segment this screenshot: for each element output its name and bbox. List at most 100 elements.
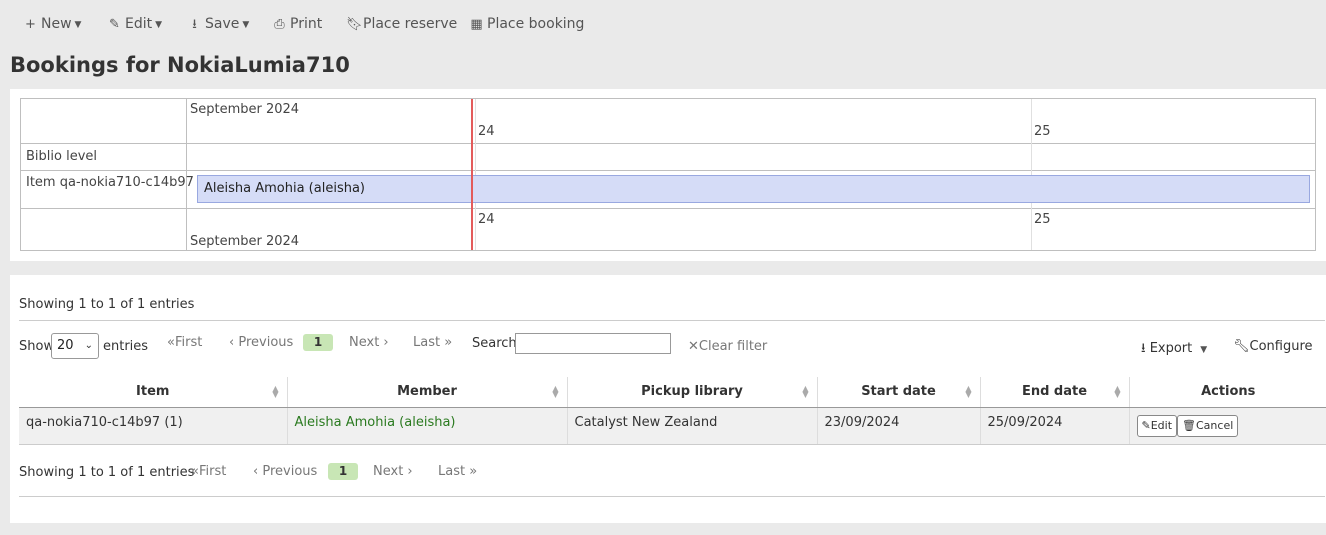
- booking-timeline[interactable]: September 2024 24 25 Biblio level Item q…: [20, 98, 1316, 251]
- table-info-top: Showing 1 to 1 of 1 entries: [19, 297, 195, 312]
- wrench-icon: 🔧︎: [1233, 339, 1250, 354]
- double-chevron-right-icon: »: [440, 335, 453, 350]
- pencil-icon: ✎: [1141, 418, 1151, 432]
- pagination-first-bottom[interactable]: «First: [191, 464, 226, 479]
- place-booking-button[interactable]: ▦ Place booking: [470, 14, 584, 34]
- timeline-day-25-bottom: 25: [1034, 212, 1051, 227]
- booking-bar[interactable]: Aleisha Amohia (aleisha): [197, 175, 1310, 203]
- sort-icon: ▲ ▼: [272, 384, 279, 399]
- search-label: Search:: [472, 336, 522, 351]
- search-input[interactable]: [515, 333, 671, 354]
- timeline-divider: [21, 170, 1315, 171]
- pagination-first-label: First: [174, 335, 203, 350]
- timeline-day-24-bottom: 24: [478, 212, 495, 227]
- pagination-previous-bottom[interactable]: ‹ Previous: [253, 464, 317, 479]
- pagination-next-label: Next: [349, 335, 380, 350]
- cancel-booking-button[interactable]: 🗑︎Cancel: [1177, 414, 1239, 437]
- caret-down-icon: ▼: [155, 20, 163, 30]
- column-header-end-date[interactable]: End date ▲ ▼: [980, 377, 1130, 408]
- column-header-label: Pickup library: [641, 384, 743, 400]
- pagination-next[interactable]: Next ›: [349, 335, 389, 350]
- chevron-right-icon: ›: [403, 464, 413, 479]
- calendar-icon: ▦: [470, 17, 483, 32]
- bookings-table-panel: Showing 1 to 1 of 1 entries Show 20 ⌄ en…: [10, 275, 1326, 523]
- pagination-next-bottom[interactable]: Next ›: [373, 464, 413, 479]
- timeline-divider: [21, 208, 1315, 209]
- chevron-right-icon: ›: [379, 335, 389, 350]
- show-label: Show: [19, 339, 55, 354]
- timeline-month-top: September 2024: [190, 102, 300, 117]
- column-header-member[interactable]: Member ▲ ▼: [287, 377, 568, 408]
- edit-button[interactable]: ✎ Edit ▼: [108, 14, 162, 34]
- table-row: qa-nokia710-c14b97 (1) Aleisha Amohia (a…: [19, 407, 1326, 445]
- cancel-booking-label: Cancel: [1196, 418, 1234, 432]
- print-label: Print: [290, 16, 323, 32]
- pagination-last[interactable]: Last »: [413, 335, 452, 350]
- column-header-pickup-library[interactable]: Pickup library ▲ ▼: [567, 377, 818, 408]
- place-reserve-label: Place reserve: [363, 16, 458, 32]
- cell-pickup-library: Catalyst New Zealand: [567, 407, 818, 445]
- page-length-value: 20: [57, 338, 74, 353]
- configure-button[interactable]: 🔧︎Configure: [1233, 339, 1313, 354]
- configure-label: Configure: [1249, 339, 1313, 354]
- double-chevron-left-icon: «: [167, 335, 175, 350]
- column-header-label: Start date: [861, 384, 936, 400]
- divider: [19, 320, 1325, 321]
- column-header-label: Actions: [1201, 384, 1256, 400]
- cell-member: Aleisha Amohia (aleisha): [287, 407, 568, 445]
- bookmark-icon: 🔖︎: [346, 17, 363, 32]
- cell-actions: ✎Edit 🗑︎Cancel: [1129, 407, 1326, 445]
- page-length-select[interactable]: 20 ⌄: [51, 333, 99, 359]
- save-label: Save: [205, 16, 240, 32]
- print-button[interactable]: ⎙ Print: [273, 14, 322, 34]
- new-label: New: [41, 16, 72, 32]
- save-button[interactable]: ⭳ Save ▼: [188, 14, 249, 34]
- pagination-current-page-bottom[interactable]: 1: [328, 463, 358, 480]
- edit-booking-button[interactable]: ✎Edit: [1136, 414, 1178, 437]
- cell-start-date: 23/09/2024: [817, 407, 981, 445]
- timeline-month-bottom: September 2024: [190, 234, 300, 249]
- caret-down-icon: ▼: [74, 20, 82, 30]
- clear-filter-button[interactable]: ✕Clear filter: [688, 339, 767, 354]
- pencil-icon: ✎: [109, 17, 120, 32]
- column-header-actions: Actions: [1129, 377, 1326, 408]
- place-reserve-button[interactable]: 🔖︎Place reserve: [346, 14, 457, 34]
- sort-icon: ▲ ▼: [802, 384, 809, 399]
- page-title: Bookings for NokiaLumia710: [10, 53, 350, 77]
- pagination-current-page[interactable]: 1: [303, 334, 333, 351]
- pagination-previous-label: Previous: [262, 464, 318, 479]
- pagination-first[interactable]: «First: [167, 335, 202, 350]
- double-chevron-right-icon: »: [465, 464, 478, 479]
- timeline-panel: September 2024 24 25 Biblio level Item q…: [10, 89, 1326, 261]
- column-header-label: Member: [397, 384, 457, 400]
- timeline-group-biblio: Biblio level: [26, 149, 98, 164]
- column-header-label: Item: [136, 384, 170, 400]
- divider: [19, 496, 1325, 497]
- double-chevron-left-icon: «: [191, 464, 199, 479]
- entries-label: entries: [103, 339, 149, 354]
- close-icon: ✕: [688, 339, 699, 354]
- bookings-table: Item ▲ ▼ Member ▲ ▼ Pickup library ▲ ▼ Start d…: [19, 377, 1326, 445]
- timeline-day-24-top: 24: [478, 124, 495, 139]
- pagination-previous[interactable]: ‹ Previous: [229, 335, 293, 350]
- chevron-down-icon: ⌄: [84, 340, 93, 351]
- pagination-first-label: First: [198, 464, 227, 479]
- cell-item: qa-nokia710-c14b97 (1): [19, 407, 288, 445]
- toolbar: + New ▼ ✎ Edit ▼ ⭳ Save ▼ ⎙ Print 🔖︎Place reser…: [0, 0, 1326, 48]
- sort-icon: ▲ ▼: [965, 384, 972, 399]
- pagination-next-label: Next: [373, 464, 404, 479]
- print-icon: ⎙: [274, 17, 285, 32]
- pagination-last-bottom[interactable]: Last »: [438, 464, 477, 479]
- new-button[interactable]: + New ▼: [24, 14, 81, 34]
- download-icon: ⭳: [192, 17, 197, 32]
- column-header-item[interactable]: Item ▲ ▼: [19, 377, 288, 408]
- current-time-marker: [471, 99, 473, 250]
- cell-end-date: 25/09/2024: [980, 407, 1130, 445]
- place-booking-label: Place booking: [487, 16, 585, 32]
- pagination-last-label: Last: [413, 335, 441, 350]
- export-button[interactable]: ⭳ Export ▼: [1141, 339, 1207, 361]
- member-link[interactable]: Aleisha Amohia (aleisha): [295, 415, 456, 430]
- export-label: Export: [1149, 341, 1193, 356]
- download-icon: ⭳: [1141, 341, 1150, 356]
- column-header-start-date[interactable]: Start date ▲ ▼: [817, 377, 981, 408]
